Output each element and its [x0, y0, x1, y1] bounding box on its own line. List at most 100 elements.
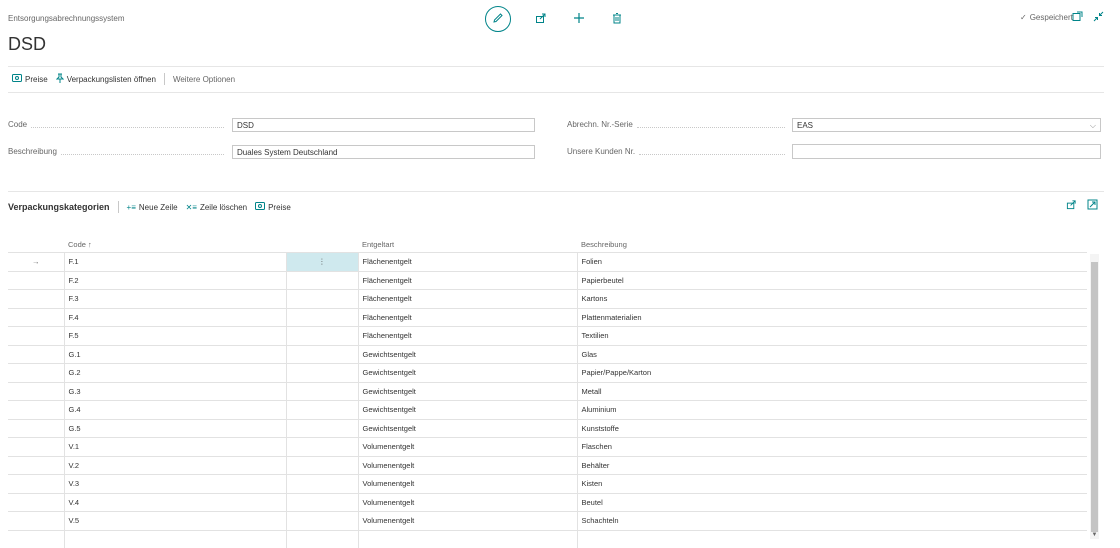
cell-fee-type[interactable]: Volumenentgelt: [358, 512, 577, 531]
code-field[interactable]: DSD: [232, 118, 535, 132]
cell-description[interactable]: Plattenmaterialien: [577, 308, 1087, 327]
cell-description[interactable]: Textilien: [577, 327, 1087, 346]
lines-title[interactable]: Verpackungskategorien: [8, 202, 110, 212]
cell-row-actions[interactable]: [286, 271, 358, 290]
column-header-description[interactable]: Beschreibung: [577, 236, 1087, 253]
cell-row-actions[interactable]: [286, 308, 358, 327]
cell-fee-type[interactable]: Volumenentgelt: [358, 456, 577, 475]
cell-row-actions[interactable]: [286, 382, 358, 401]
cell-description[interactable]: Metall: [577, 382, 1087, 401]
column-header-fee-type[interactable]: Entgeltart: [358, 236, 577, 253]
cell-description[interactable]: Kunststoffe: [577, 419, 1087, 438]
table-row[interactable]: F.3 FlächenentgeltKartons: [8, 290, 1087, 309]
table-row[interactable]: G.5 GewichtsentgeltKunststoffe: [8, 419, 1087, 438]
cell-fee-type[interactable]: Gewichtsentgelt: [358, 382, 577, 401]
cell-code[interactable]: G.5: [64, 419, 286, 438]
cell-row-actions[interactable]: [286, 475, 358, 494]
row-marker-cell[interactable]: [8, 475, 64, 494]
row-marker-cell[interactable]: [8, 364, 64, 383]
share-icon[interactable]: [1066, 199, 1077, 213]
row-marker-cell[interactable]: [8, 493, 64, 512]
cell-code[interactable]: [64, 530, 286, 548]
cell-description[interactable]: Kisten: [577, 475, 1087, 494]
collapse-icon[interactable]: [1093, 11, 1104, 25]
cell-fee-type[interactable]: Gewichtsentgelt: [358, 364, 577, 383]
cell-row-actions[interactable]: [286, 290, 358, 309]
cell-description[interactable]: Beutel: [577, 493, 1087, 512]
table-row[interactable]: →F.1⋮FlächenentgeltFolien: [8, 253, 1087, 272]
cell-description[interactable]: [577, 530, 1087, 548]
cell-fee-type[interactable]: Gewichtsentgelt: [358, 401, 577, 420]
cell-fee-type[interactable]: Flächenentgelt: [358, 253, 577, 272]
open-new-window-icon[interactable]: [1072, 11, 1083, 25]
cell-description[interactable]: Aluminium: [577, 401, 1087, 420]
cell-row-actions[interactable]: [286, 456, 358, 475]
more-vertical-icon[interactable]: ⋮: [318, 257, 326, 266]
cell-code[interactable]: V.4: [64, 493, 286, 512]
table-row[interactable]: G.3GewichtsentgeltMetall: [8, 382, 1087, 401]
row-marker-cell[interactable]: [8, 401, 64, 420]
cell-row-actions[interactable]: [286, 345, 358, 364]
cell-code[interactable]: V.2: [64, 456, 286, 475]
cell-row-actions[interactable]: [286, 512, 358, 531]
more-options-action[interactable]: Weitere Optionen: [173, 75, 235, 84]
row-marker-cell[interactable]: [8, 512, 64, 531]
expand-icon[interactable]: [1087, 199, 1098, 213]
cell-fee-type[interactable]: Flächenentgelt: [358, 308, 577, 327]
edit-button[interactable]: [485, 6, 511, 32]
table-row[interactable]: V.4VolumenentgeltBeutel: [8, 493, 1087, 512]
row-marker-cell[interactable]: [8, 327, 64, 346]
table-row[interactable]: V.1 VolumenentgeltFlaschen: [8, 438, 1087, 457]
cell-fee-type[interactable]: Volumenentgelt: [358, 438, 577, 457]
row-marker-cell[interactable]: [8, 419, 64, 438]
customer-no-field[interactable]: [792, 144, 1101, 159]
cell-row-actions[interactable]: [286, 401, 358, 420]
row-marker-cell[interactable]: [8, 456, 64, 475]
row-marker-cell[interactable]: [8, 271, 64, 290]
cell-code[interactable]: F.5: [64, 327, 286, 346]
empty-table-row[interactable]: [8, 530, 1087, 548]
cell-fee-type[interactable]: Flächenentgelt: [358, 290, 577, 309]
table-row[interactable]: V.5 VolumenentgeltSchachteln: [8, 512, 1087, 531]
cell-fee-type[interactable]: Flächenentgelt: [358, 327, 577, 346]
row-marker-cell[interactable]: [8, 345, 64, 364]
cell-fee-type[interactable]: Gewichtsentgelt: [358, 419, 577, 438]
scroll-down-arrow[interactable]: ▼: [1090, 531, 1099, 539]
billing-series-select[interactable]: EAS ⌵: [792, 118, 1101, 132]
table-row[interactable]: G.4 GewichtsentgeltAluminium: [8, 401, 1087, 420]
cell-description[interactable]: Flaschen: [577, 438, 1087, 457]
cell-description[interactable]: Schachteln: [577, 512, 1087, 531]
row-marker-cell[interactable]: [8, 382, 64, 401]
cell-row-actions[interactable]: [286, 438, 358, 457]
row-marker-cell[interactable]: [8, 438, 64, 457]
cell-description[interactable]: Glas: [577, 345, 1087, 364]
scrollbar-thumb[interactable]: [1091, 262, 1098, 532]
cell-code[interactable]: G.4: [64, 401, 286, 420]
share-button[interactable]: [533, 11, 549, 27]
cell-description[interactable]: Folien: [577, 253, 1087, 272]
table-row[interactable]: V.3 VolumenentgeltKisten: [8, 475, 1087, 494]
delete-line-button[interactable]: ✕≡ Zeile löschen: [186, 203, 248, 212]
row-marker-cell[interactable]: →: [8, 253, 64, 272]
cell-description[interactable]: Kartons: [577, 290, 1087, 309]
cell-row-actions[interactable]: [286, 419, 358, 438]
cell-row-actions[interactable]: [286, 327, 358, 346]
lines-prices-button[interactable]: Preise: [255, 202, 291, 212]
cell-code[interactable]: V.3: [64, 475, 286, 494]
cell-fee-type[interactable]: Volumenentgelt: [358, 475, 577, 494]
cell-row-actions[interactable]: [286, 493, 358, 512]
row-marker-cell[interactable]: [8, 290, 64, 309]
table-row[interactable]: V.2 VolumenentgeltBehälter: [8, 456, 1087, 475]
breadcrumb[interactable]: Entsorgungsabrechnungssystem: [8, 14, 125, 23]
cell-description[interactable]: Behälter: [577, 456, 1087, 475]
cell-row-actions[interactable]: [286, 364, 358, 383]
column-header-code[interactable]: Code ↑: [64, 236, 286, 253]
cell-code[interactable]: F.3: [64, 290, 286, 309]
cell-description[interactable]: Papierbeutel: [577, 271, 1087, 290]
prices-action[interactable]: Preise: [12, 74, 48, 84]
new-line-button[interactable]: +≡ Neue Zeile: [127, 203, 178, 212]
cell-code[interactable]: V.1: [64, 438, 286, 457]
cell-code[interactable]: F.4: [64, 308, 286, 327]
cell-code[interactable]: G.1: [64, 345, 286, 364]
cell-code[interactable]: V.5: [64, 512, 286, 531]
